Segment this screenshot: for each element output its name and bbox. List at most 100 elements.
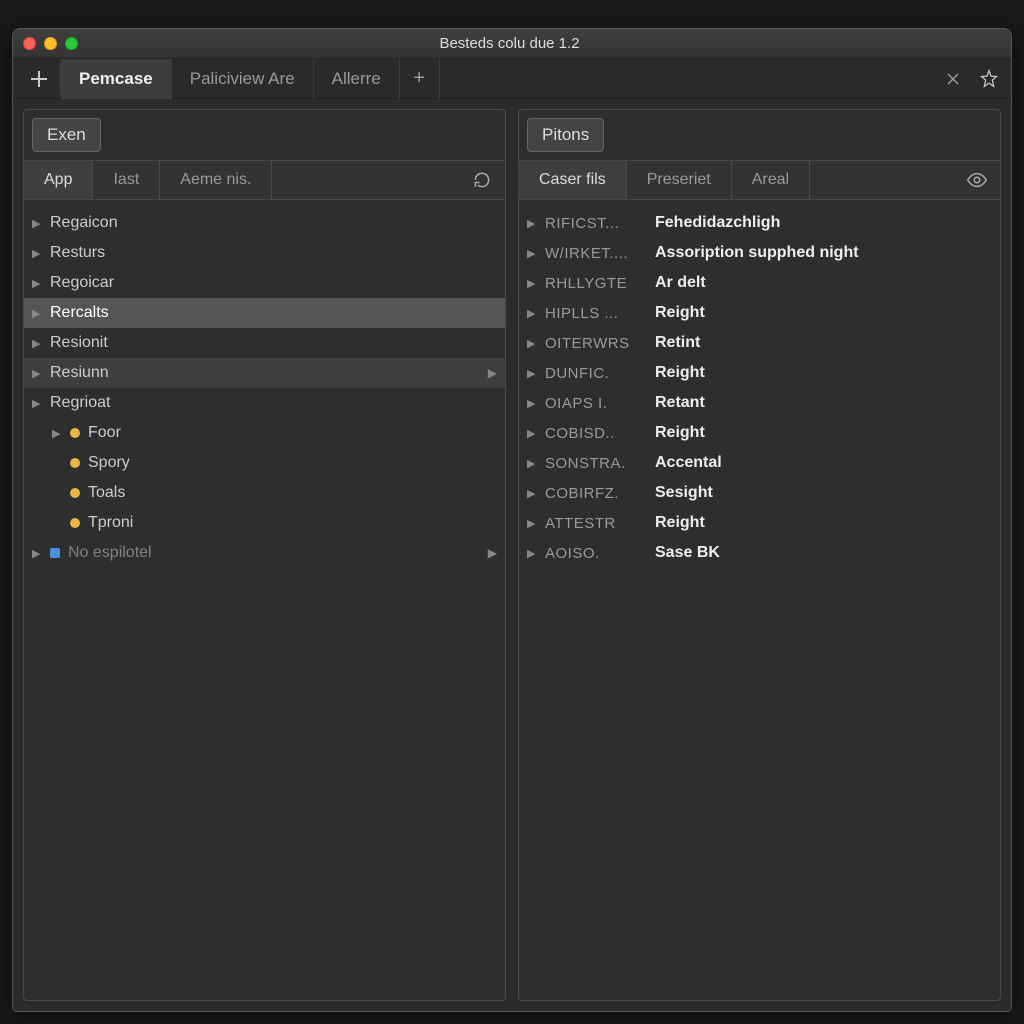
subtab-caser[interactable]: Caser fils bbox=[519, 161, 627, 199]
refresh-icon[interactable] bbox=[459, 170, 505, 190]
caret-icon: ▶ bbox=[32, 307, 50, 320]
item-key: OIAPS I. bbox=[545, 395, 655, 412]
caret-icon: ▶ bbox=[527, 427, 545, 440]
list-item[interactable]: ▶OIAPS I.Retant bbox=[519, 388, 1000, 418]
square-icon bbox=[50, 548, 60, 558]
dot-icon bbox=[70, 458, 80, 468]
tree-row[interactable]: ▶Resturs bbox=[24, 238, 505, 268]
list-item[interactable]: ▶ATTESTRReight bbox=[519, 508, 1000, 538]
item-value: Ar delt bbox=[655, 274, 706, 292]
left-panel-head: Exen bbox=[24, 110, 505, 160]
item-key: AOISO. bbox=[545, 545, 655, 562]
settings-star-icon[interactable] bbox=[971, 61, 1007, 97]
tree-row[interactable]: ▶Resionit bbox=[24, 328, 505, 358]
dot-icon bbox=[70, 518, 80, 528]
list-item[interactable]: ▶COBIRFZ.Sesight bbox=[519, 478, 1000, 508]
caret-icon: ▶ bbox=[32, 397, 50, 410]
tree-label: Resionit bbox=[50, 334, 108, 352]
close-window-button[interactable] bbox=[23, 37, 36, 50]
button-label: Exen bbox=[47, 125, 86, 144]
item-key: HIPLLS ... bbox=[545, 305, 655, 322]
subtab-aeme[interactable]: Aeme nis. bbox=[160, 161, 272, 199]
pitons-button[interactable]: Pitons bbox=[527, 118, 604, 152]
tree-row[interactable]: ▶Regaicon bbox=[24, 208, 505, 238]
tree-label: Regoicar bbox=[50, 274, 114, 292]
tab-pemcase[interactable]: Pemcase bbox=[61, 59, 172, 99]
zoom-window-button[interactable] bbox=[65, 37, 78, 50]
subtab-iast[interactable]: Iast bbox=[93, 161, 160, 199]
main-tabbar: Pemcase Paliciview Are Allerre + bbox=[13, 59, 1011, 99]
subtab-preseriet[interactable]: Preseriet bbox=[627, 161, 732, 199]
caret-icon: ▶ bbox=[527, 397, 545, 410]
item-value: Reight bbox=[655, 304, 705, 322]
tree-label: Regrioat bbox=[50, 394, 110, 412]
chevron-right-icon: ▶ bbox=[488, 546, 497, 560]
right-subtabs: Caser fils Preseriet Areal bbox=[519, 160, 1000, 200]
list-item[interactable]: ▶COBISD..Reight bbox=[519, 418, 1000, 448]
item-key: COBISD.. bbox=[545, 425, 655, 442]
list-item[interactable]: ▶OITERWRSRetint bbox=[519, 328, 1000, 358]
content-area: Exen App Iast Aeme nis. ▶Regaicon ▶Restu… bbox=[13, 99, 1011, 1011]
panel-toggle-icon[interactable] bbox=[17, 63, 61, 95]
window-controls bbox=[23, 37, 78, 50]
tree-child[interactable]: ▶Toals bbox=[24, 478, 505, 508]
tree-label: No espilotel bbox=[68, 544, 152, 562]
item-value: Accental bbox=[655, 454, 722, 472]
caret-icon: ▶ bbox=[32, 337, 50, 350]
close-icon[interactable] bbox=[935, 61, 971, 97]
list-item[interactable]: ▶RIFICST...Fehedidazchligh bbox=[519, 208, 1000, 238]
item-value: Assoription supphed night bbox=[655, 244, 859, 262]
caret-icon: ▶ bbox=[32, 277, 50, 290]
tree-row[interactable]: ▶Resiunn▶ bbox=[24, 358, 505, 388]
item-value: Sase BK bbox=[655, 544, 720, 562]
tab-label: Pemcase bbox=[79, 69, 153, 89]
caret-icon: ▶ bbox=[32, 217, 50, 230]
list-item[interactable]: ▶W/IRKET....Assoription supphed night bbox=[519, 238, 1000, 268]
add-tab-button[interactable]: + bbox=[400, 59, 440, 99]
tree-row-no-esp[interactable]: ▶No espilotel▶ bbox=[24, 538, 505, 568]
tree-label: Spory bbox=[88, 454, 130, 472]
tree-child[interactable]: ▶Foor bbox=[24, 418, 505, 448]
window-title: Besteds colu due 1.2 bbox=[78, 35, 941, 52]
subtab-areal[interactable]: Areal bbox=[732, 161, 810, 199]
item-key: DUNFIC. bbox=[545, 365, 655, 382]
item-value: Reight bbox=[655, 364, 705, 382]
subtab-app[interactable]: App bbox=[24, 161, 93, 199]
tree-child[interactable]: ▶Spory bbox=[24, 448, 505, 478]
caret-icon: ▶ bbox=[32, 247, 50, 260]
titlebar: Besteds colu due 1.2 bbox=[13, 29, 1011, 59]
list-item[interactable]: ▶SONSTRA.Accental bbox=[519, 448, 1000, 478]
exen-button[interactable]: Exen bbox=[32, 118, 101, 152]
subtab-label: Aeme nis. bbox=[180, 171, 251, 188]
tree-label: Tproni bbox=[88, 514, 133, 532]
tree-label: Toals bbox=[88, 484, 125, 502]
right-panel-head: Pitons bbox=[519, 110, 1000, 160]
tree-row-selected[interactable]: ▶Rercalts bbox=[24, 298, 505, 328]
list-item[interactable]: ▶RHLLYGTEAr delt bbox=[519, 268, 1000, 298]
tree-label: Regaicon bbox=[50, 214, 118, 232]
tab-label: Allerre bbox=[332, 69, 381, 89]
list-item[interactable]: ▶DUNFIC.Reight bbox=[519, 358, 1000, 388]
list-item[interactable]: ▶HIPLLS ...Reight bbox=[519, 298, 1000, 328]
caret-icon: ▶ bbox=[52, 427, 70, 440]
item-value: Retint bbox=[655, 334, 700, 352]
tree-row[interactable]: ▶Regrioat bbox=[24, 388, 505, 418]
list-item[interactable]: ▶AOISO.Sase BK bbox=[519, 538, 1000, 568]
item-value: Reight bbox=[655, 514, 705, 532]
tree-child[interactable]: ▶Tproni bbox=[24, 508, 505, 538]
tree-row[interactable]: ▶Regoicar bbox=[24, 268, 505, 298]
item-key: ATTESTR bbox=[545, 515, 655, 532]
item-key: OITERWRS bbox=[545, 335, 655, 352]
subtab-label: Preseriet bbox=[647, 171, 711, 188]
item-value: Reight bbox=[655, 424, 705, 442]
right-panel: Pitons Caser fils Preseriet Areal ▶RIFIC… bbox=[518, 109, 1001, 1001]
minimize-window-button[interactable] bbox=[44, 37, 57, 50]
item-value: Retant bbox=[655, 394, 705, 412]
item-value: Sesight bbox=[655, 484, 713, 502]
caret-icon: ▶ bbox=[527, 457, 545, 470]
tab-paliciview[interactable]: Paliciview Are bbox=[172, 59, 314, 99]
caret-icon: ▶ bbox=[527, 277, 545, 290]
item-key: COBIRFZ. bbox=[545, 485, 655, 502]
eye-icon[interactable] bbox=[954, 169, 1000, 191]
tab-allerre[interactable]: Allerre bbox=[314, 59, 400, 99]
